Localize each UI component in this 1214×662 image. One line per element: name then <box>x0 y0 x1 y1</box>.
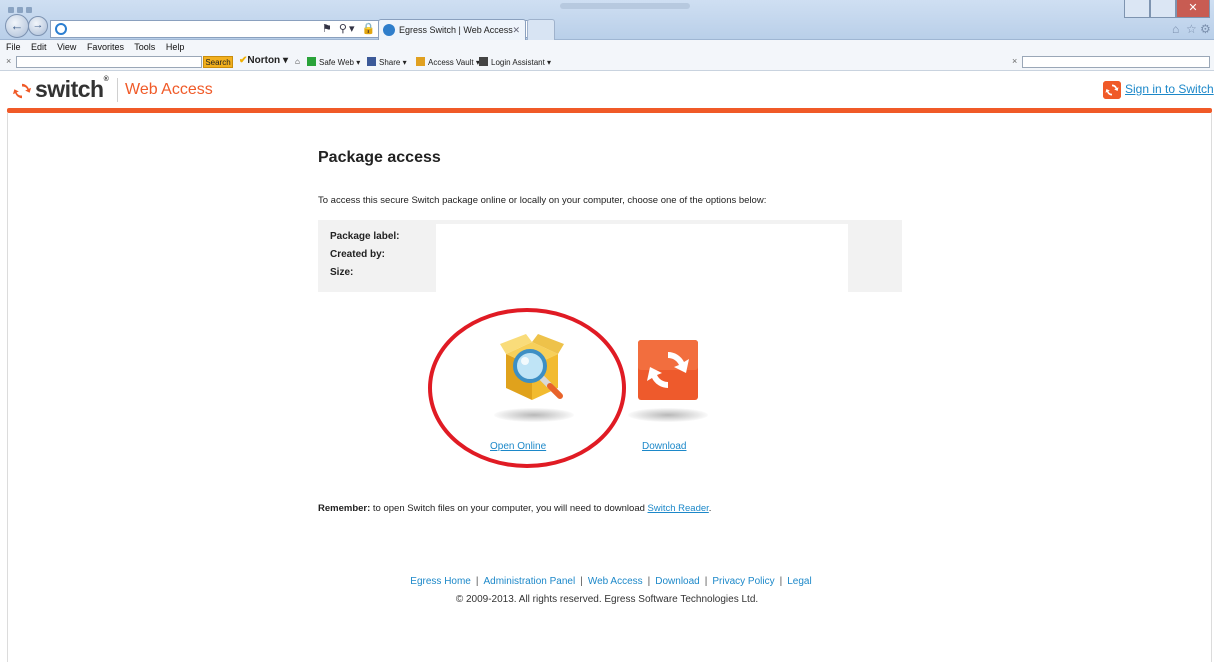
ie-icon <box>55 23 67 35</box>
trademark-mark: ® <box>103 76 109 83</box>
switch-logo-icon <box>13 83 31 99</box>
download-shadow <box>628 408 708 422</box>
maximize-button[interactable] <box>1150 0 1176 18</box>
norton-label: Norton <box>247 55 281 66</box>
menu-view[interactable]: View <box>57 42 76 52</box>
intro-text: To access this secure Switch package onl… <box>318 195 767 206</box>
package-info-panel: Package label: Created by: Size: <box>318 220 902 292</box>
quick-access-toolbar <box>8 2 44 13</box>
created-by-label: Created by: <box>330 249 386 260</box>
toolbar-search-input[interactable] <box>16 56 202 68</box>
favorites-star-icon[interactable]: ☆ <box>1186 22 1197 36</box>
safe-web-menu[interactable]: Safe Web ▾ <box>307 57 360 67</box>
logo-text: switch <box>35 76 104 102</box>
size-label: Size: <box>330 267 354 278</box>
menu-favorites[interactable]: Favorites <box>87 42 124 52</box>
close-search-icon[interactable]: × <box>1012 56 1017 66</box>
minimize-button[interactable] <box>1124 0 1150 18</box>
menu-edit[interactable]: Edit <box>31 42 47 52</box>
footer-links: Egress Home | Administration Panel | Web Acc… <box>410 576 812 587</box>
toolbar-home-icon[interactable]: ⌂ <box>295 57 300 66</box>
remember-text: to open Switch files on your computer, y… <box>370 503 648 514</box>
footer-link-download[interactable]: Download <box>655 576 699 587</box>
facebook-icon <box>367 57 376 66</box>
share-label: Share <box>379 58 401 67</box>
close-toolbar-icon[interactable]: × <box>6 56 11 66</box>
back-button[interactable]: ← <box>5 14 29 38</box>
norton-toolbar: × Search ✔Norton ▾ ⌂ Safe Web ▾ Share ▾ … <box>0 54 1214 71</box>
access-vault-menu[interactable]: Access Vault ▾ <box>416 57 480 67</box>
footer-link-legal[interactable]: Legal <box>787 576 811 587</box>
access-vault-label: Access Vault <box>428 58 474 67</box>
login-assistant-menu[interactable]: Login Assistant ▾ <box>479 57 551 67</box>
window-title <box>560 3 690 9</box>
norton-menu[interactable]: ✔Norton ▾ <box>239 55 288 66</box>
section-title: Web Access <box>125 81 213 98</box>
header-accent-bar <box>7 108 1212 113</box>
copyright-text: © 2009-2013. All rights reserved. Egress… <box>455 594 759 605</box>
menu-bar: File Edit View Favorites Tools Help <box>0 40 1214 54</box>
remember-label: Remember: <box>318 503 371 514</box>
switch-reader-link[interactable]: Switch Reader <box>648 503 709 514</box>
menu-help[interactable]: Help <box>166 42 185 52</box>
sign-in-link[interactable]: Sign in to Switch <box>1125 82 1214 96</box>
secondary-search-input[interactable] <box>1022 56 1210 68</box>
safe-web-label: Safe Web <box>319 58 354 67</box>
switch-sign-in-icon[interactable] <box>1103 81 1121 99</box>
new-tab-button[interactable] <box>527 19 555 40</box>
switch-download-icon[interactable] <box>638 340 698 400</box>
tab-egress-switch[interactable]: Egress Switch | Web Access ✕ <box>378 19 526 40</box>
login-assistant-icon <box>479 57 488 66</box>
safe-web-icon <box>307 57 316 66</box>
remember-note: Remember: to open Switch files on your c… <box>318 503 711 514</box>
download-link[interactable]: Download <box>642 441 686 452</box>
browser-titlebar: ← → ⚑ ⚲▾ 🔒 ↻ ✕ Egress Switch | Web Acces… <box>0 0 1214 40</box>
menu-tools[interactable]: Tools <box>134 42 155 52</box>
close-window-button[interactable]: ✕ <box>1176 0 1210 18</box>
footer-link-web-access[interactable]: Web Access <box>588 576 643 587</box>
page-title: Package access <box>318 149 441 166</box>
tab-label: Egress Switch | Web Access <box>399 25 513 35</box>
globe-icon <box>383 24 395 36</box>
highlight-circle-annotation <box>428 308 626 468</box>
footer-link-administration-panel[interactable]: Administration Panel <box>483 576 575 587</box>
gear-icon[interactable]: ⚙ <box>1200 22 1211 36</box>
remember-end: . <box>708 503 712 514</box>
footer-link-privacy-policy[interactable]: Privacy Policy <box>712 576 774 587</box>
share-menu[interactable]: Share ▾ <box>367 57 407 67</box>
package-info-values <box>436 224 848 292</box>
header-divider <box>117 78 118 102</box>
download-option[interactable] <box>628 334 712 444</box>
package-label-label: Package label: <box>330 231 400 242</box>
home-icon[interactable]: ⌂ <box>1172 22 1179 36</box>
menu-file[interactable]: File <box>6 42 21 52</box>
vault-icon <box>416 57 425 66</box>
forward-button[interactable]: → <box>28 16 48 36</box>
login-assistant-label: Login Assistant <box>491 58 545 67</box>
toolbar-search-button[interactable]: Search <box>203 56 233 68</box>
close-tab-icon[interactable]: ✕ <box>512 20 520 40</box>
footer-link-egress-home[interactable]: Egress Home <box>410 576 471 587</box>
